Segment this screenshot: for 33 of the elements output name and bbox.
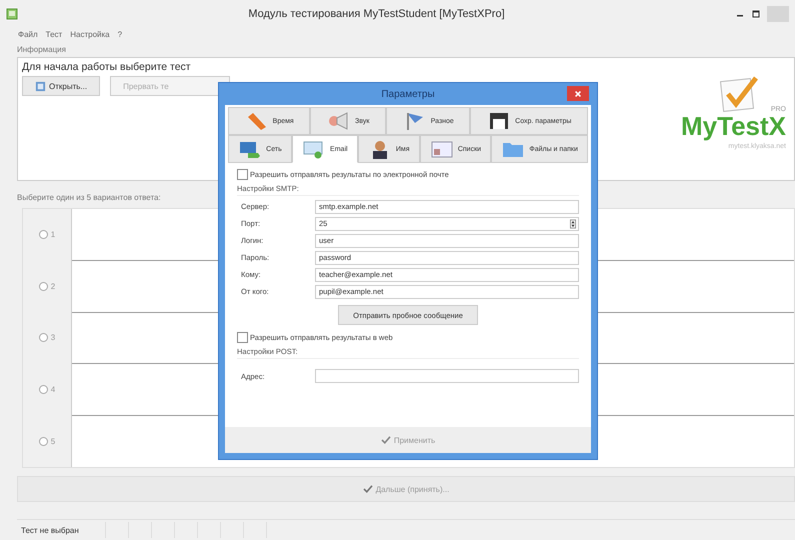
checkmark-icon xyxy=(362,485,373,493)
window-title: Модуль тестирования MyTestStudent [MyTestXPro] xyxy=(247,8,506,20)
radio-button[interactable] xyxy=(38,333,48,342)
question-prompt: Выберите один из 5 вариантов ответа: xyxy=(17,192,161,204)
monitor-icon xyxy=(238,139,262,159)
option-label: 5 xyxy=(50,436,56,446)
input-field[interactable] xyxy=(315,369,579,383)
info-message: Для начала работы выберите тест xyxy=(22,61,192,73)
checkbox[interactable] xyxy=(237,168,248,180)
option-label: 3 xyxy=(50,333,56,342)
toolbar-button[interactable]: Открыть... xyxy=(22,76,100,96)
option-label: 4 xyxy=(50,385,56,394)
close-icon xyxy=(574,90,582,98)
logo-text: MyTestX xyxy=(681,113,786,139)
maximize-icon[interactable] xyxy=(751,9,761,19)
status-text: Тест не выбран xyxy=(20,526,80,534)
menu-item[interactable]: ? xyxy=(118,30,122,39)
list-icon xyxy=(430,139,454,159)
radio-button[interactable] xyxy=(38,230,48,240)
checkmark-icon xyxy=(380,436,391,444)
option-label: 2 xyxy=(50,282,56,291)
menu-item[interactable]: Настройка xyxy=(70,30,110,39)
app-icon xyxy=(6,8,18,20)
spinner-arrows-icon[interactable] xyxy=(570,218,576,228)
radio-button[interactable] xyxy=(38,385,48,394)
section-label: Информация xyxy=(17,44,66,56)
menu-item[interactable]: Файл xyxy=(18,30,38,39)
checkbox[interactable] xyxy=(237,332,248,342)
menu-item[interactable]: Тест xyxy=(46,30,62,39)
dialog-title: Параметры xyxy=(381,88,435,100)
option-label: 1 xyxy=(50,230,56,240)
radio-button[interactable] xyxy=(38,282,48,291)
radio-button[interactable] xyxy=(38,436,48,446)
